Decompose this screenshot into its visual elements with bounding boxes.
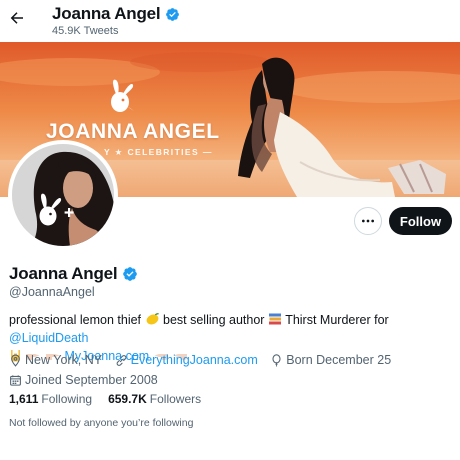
avatar-image: [12, 144, 114, 246]
birthday-text: Born December 25: [286, 353, 392, 367]
calendar-icon: [10, 375, 21, 386]
joined-text: Joined September 2008: [25, 373, 158, 387]
followers-link[interactable]: 659.7K Followers: [108, 392, 201, 406]
bio-text-1: professional lemon thief: [9, 313, 142, 327]
mention-link[interactable]: @LiquidDeath: [9, 331, 88, 345]
books-icon: [268, 313, 281, 325]
profile-name-row: Joanna Angel: [9, 264, 138, 284]
more-button[interactable]: [354, 207, 382, 235]
header-name: Joanna Angel: [52, 4, 161, 23]
back-button[interactable]: [6, 7, 28, 29]
profile-meta: New York, NY EverythingJoanna.com Born D…: [9, 352, 455, 392]
bio-text-3: Thirst Murderer for: [285, 313, 389, 327]
following-link[interactable]: 1,611 Following: [9, 392, 92, 406]
followers-count: 659.7K: [108, 392, 147, 406]
tweet-count: 45.9K Tweets: [52, 25, 119, 37]
profile-header: Joanna Angel 45.9K Tweets: [0, 0, 460, 42]
following-label: Following: [41, 392, 93, 406]
profile-name: Joanna Angel: [9, 264, 118, 283]
arrow-left-icon: [10, 12, 23, 24]
birthday-item: Born December 25: [270, 352, 391, 369]
website-item: EverythingJoanna.com: [115, 352, 258, 369]
following-count: 1,611: [9, 392, 39, 406]
lemon-icon: [146, 313, 159, 325]
header-name-row: Joanna Angel: [52, 4, 180, 24]
verified-badge-icon: [166, 7, 180, 21]
verified-badge-icon[interactable]: [122, 266, 138, 282]
website-link[interactable]: EverythingJoanna.com: [131, 352, 258, 369]
mutual-followers-note: Not followed by anyone you’re following: [9, 417, 194, 429]
location-pin-icon: [11, 354, 20, 367]
more-horizontal-icon: [362, 219, 374, 223]
joined-item: Joined September 2008: [9, 372, 158, 389]
location-item: New York, NY: [9, 352, 102, 369]
avatar[interactable]: [8, 140, 118, 250]
banner-caption: Y ★ CELEBRITIES —: [104, 147, 213, 157]
follow-button[interactable]: Follow: [389, 207, 452, 235]
follow-stats: 1,611 Following 659.7K Followers: [9, 392, 201, 406]
followers-label: Followers: [149, 392, 202, 406]
location-text: New York, NY: [25, 353, 103, 367]
profile-handle: @JoannaAngel: [9, 285, 95, 299]
link-icon: [116, 355, 126, 366]
balloon-icon: [272, 354, 281, 367]
bio-text-2: best selling author: [163, 313, 265, 327]
